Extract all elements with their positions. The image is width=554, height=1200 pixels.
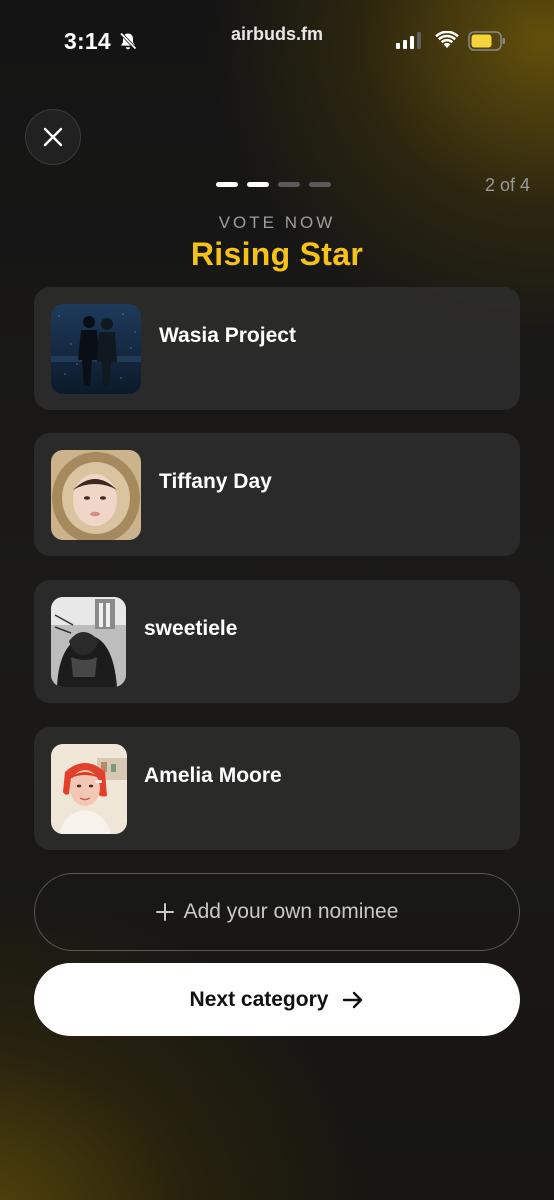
nominee-name: Amelia Moore xyxy=(144,764,282,787)
nominee-photo xyxy=(51,450,141,540)
add-nominee-button[interactable]: Add your own nominee xyxy=(34,873,520,951)
wifi-icon xyxy=(435,31,459,48)
nominee-card-tiffany-day[interactable]: Tiffany Day xyxy=(34,433,520,556)
category-title: Rising Star xyxy=(190,236,364,272)
status-bar: 3:14 airbuds.fm xyxy=(0,0,554,80)
step-count: 2 of 4 xyxy=(484,175,530,195)
nominee-photo xyxy=(51,304,141,394)
progress-dot xyxy=(247,182,269,187)
nominee-photo xyxy=(51,597,126,687)
nominee-name: Wasia Project xyxy=(159,324,296,347)
section-kicker: VOTE NOW xyxy=(218,213,336,232)
nominee-card-sweetiele[interactable]: sweetiele xyxy=(34,580,520,703)
nominee-photo xyxy=(51,744,127,834)
next-category-label: Next category xyxy=(189,987,329,1011)
battery-icon xyxy=(468,31,505,51)
plus-icon xyxy=(155,903,174,921)
arrow-right-icon xyxy=(343,991,363,1008)
close-button[interactable] xyxy=(25,109,81,165)
nominee-name: Tiffany Day xyxy=(159,470,272,493)
add-nominee-label: Add your own nominee xyxy=(183,900,399,923)
next-category-button[interactable]: Next category xyxy=(34,963,520,1036)
progress-dot xyxy=(309,182,331,187)
close-icon xyxy=(43,127,63,147)
signal-icon xyxy=(396,32,421,49)
progress-dot xyxy=(216,182,238,187)
step-progress xyxy=(216,182,331,187)
nominee-card-wasia-project[interactable]: Wasia Project xyxy=(34,287,520,410)
nominee-name: sweetiele xyxy=(144,617,238,640)
nominee-card-amelia-moore[interactable]: Amelia Moore xyxy=(34,727,520,850)
progress-dot xyxy=(278,182,300,187)
